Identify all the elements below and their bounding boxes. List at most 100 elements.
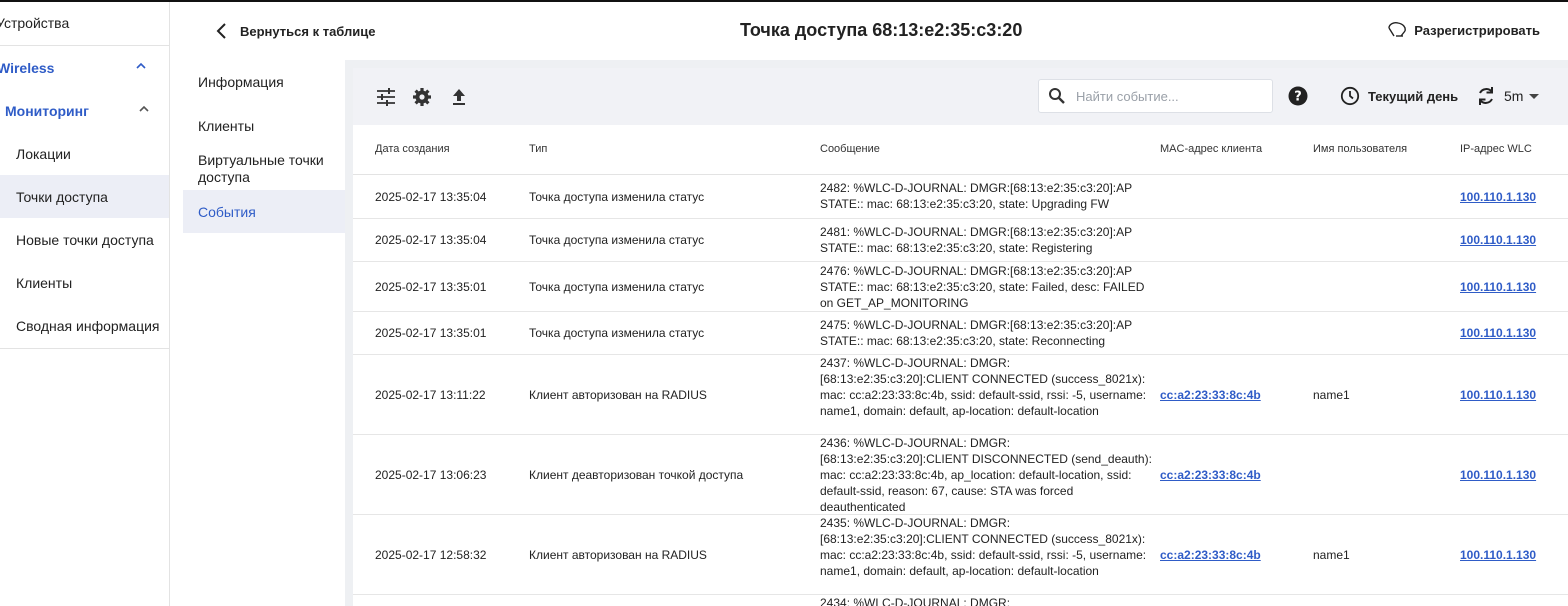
search-icon (1049, 88, 1065, 104)
refresh-interval-value: 5m (1504, 88, 1524, 104)
table-row[interactable]: 2025-02-17 13:35:01 Точка доступа измени… (353, 262, 1568, 312)
wlc-ip-link[interactable]: 100.110.1.130 (1460, 233, 1536, 247)
period-label: Текущий день (1368, 88, 1459, 104)
wlc-ip-link[interactable]: 100.110.1.130 (1460, 468, 1536, 482)
sidebar-item-wireless[interactable]: Wireless (0, 46, 166, 89)
cell-message: 2437: %WLC-D-JOURNAL: DMGR:[68:13:e2:35:… (820, 356, 1147, 418)
back-to-table-button[interactable]: Вернуться к таблице (216, 20, 375, 42)
sidebar-item-label: Новые точки доступа (16, 231, 154, 248)
table-row[interactable]: 2025-02-17 13:35:04 Точка доступа измени… (353, 219, 1568, 262)
sidebar-item-label: Локации (16, 145, 71, 162)
svg-text:?: ? (1294, 90, 1302, 105)
access-point-subnav: Информация Клиенты Виртуальные точки дос… (183, 60, 345, 606)
wlc-ip-link[interactable]: 100.110.1.130 (1460, 326, 1536, 340)
chevron-up-icon (136, 62, 146, 69)
table-row[interactable]: 2025-02-17 13:35:01 Точка доступа измени… (353, 312, 1568, 355)
back-label: Вернуться к таблице (240, 23, 376, 39)
unregister-button[interactable]: Разрегистрировать (1386, 21, 1540, 39)
sidebar-item-label: Точки доступа (16, 188, 108, 205)
help-icon: ? (1288, 86, 1308, 106)
column-header-username[interactable]: Имя пользователя (1313, 143, 1407, 155)
table-row[interactable]: 2025-02-17 13:11:22 Клиент авторизован н… (353, 355, 1568, 435)
divider (0, 348, 169, 349)
cell-username: name1 (1313, 547, 1350, 562)
events-panel: ? Текущий день 5m Дата создания Тип Сооб… (353, 68, 1568, 606)
table-row[interactable]: 2025-02-17 12:58:32 Клиент авторизован н… (353, 515, 1568, 595)
sidebar-item-label: Сводная информация (16, 317, 160, 334)
export-button[interactable] (448, 86, 470, 108)
table-row[interactable]: 2434: %WLC-D-JOURNAL: DMGR: (353, 595, 1568, 606)
column-header-wlc-ip[interactable]: IP-адрес WLC (1460, 143, 1532, 155)
column-header-client-mac[interactable]: MAC-адрес клиента (1160, 143, 1262, 155)
events-toolbar: ? Текущий день 5m (353, 68, 1568, 125)
client-mac-link[interactable]: cc:a2:23:33:8c:4b (1160, 388, 1261, 402)
clock-icon (1340, 86, 1360, 106)
refresh-interval-select[interactable]: 5m (1476, 85, 1540, 107)
tab-events[interactable]: События (183, 190, 345, 233)
sidebar-item-new-access-points[interactable]: Новые точки доступа (0, 218, 169, 261)
sidebar-item-label: Wireless (0, 59, 55, 76)
caret-down-icon (1529, 93, 1540, 99)
column-header-message[interactable]: Сообщение (820, 143, 880, 155)
filter-settings-button[interactable] (375, 86, 397, 108)
cell-type: Точка доступа изменила статус (529, 233, 705, 247)
cell-message: 2475: %WLC-D-JOURNAL: DMGR:[68:13:e2:35:… (820, 318, 1132, 348)
wlc-ip-link[interactable]: 100.110.1.130 (1460, 280, 1536, 294)
page-title: Точка доступа 68:13:e2:35:c3:20 (740, 20, 1023, 40)
tab-info[interactable]: Информация (183, 60, 345, 104)
cell-date: 2025-02-17 13:35:04 (375, 233, 487, 247)
tab-clients[interactable]: Клиенты (183, 104, 345, 148)
sidebar-item-label: Мониторинг (5, 102, 89, 119)
upload-icon (453, 89, 465, 105)
client-mac-link[interactable]: cc:a2:23:33:8c:4b (1160, 468, 1261, 482)
wlc-ip-link[interactable]: 100.110.1.130 (1460, 388, 1536, 402)
sidebar-item-access-points[interactable]: Точки доступа (0, 175, 169, 218)
wlc-ip-link[interactable]: 100.110.1.130 (1460, 548, 1536, 562)
cell-date: 2025-02-17 13:11:22 (375, 387, 486, 402)
cell-date: 2025-02-17 12:58:32 (375, 547, 487, 562)
sidebar-item-monitoring[interactable]: Мониторинг (0, 89, 169, 132)
cell-type: Точка доступа изменила статус (529, 189, 705, 204)
search-input[interactable] (1076, 88, 1256, 104)
tab-label: Информация (198, 74, 284, 90)
unregister-label: Разрегистрировать (1414, 22, 1540, 38)
table-row[interactable]: 2025-02-17 13:06:23 Клиент деавторизован… (353, 435, 1568, 515)
cell-message: 2482: %WLC-D-JOURNAL: DMGR:[68:13:e2:35:… (820, 181, 1132, 211)
sliders-icon (377, 88, 395, 106)
cell-message: 2476: %WLC-D-JOURNAL: DMGR:[68:13:e2:35:… (820, 264, 1145, 310)
sidebar-item-clients[interactable]: Клиенты (0, 261, 169, 304)
settings-button[interactable] (411, 86, 433, 108)
tab-label: События (198, 203, 256, 220)
cell-type: Клиент авторизован на RADIUS (529, 547, 707, 562)
chevron-left-icon (216, 23, 226, 39)
table-row[interactable]: 2025-02-17 13:35:04 Точка доступа измени… (353, 175, 1568, 219)
sidebar-item-devices[interactable]: Устройства (0, 2, 165, 44)
events-table-header: Дата создания Тип Сообщение MAC-адрес кл… (353, 125, 1568, 175)
cell-type: Точка доступа изменила статус (529, 326, 705, 340)
period-selector[interactable]: Текущий день (1340, 86, 1458, 106)
refresh-icon (1479, 87, 1493, 105)
cell-date: 2025-02-17 13:06:23 (375, 467, 487, 482)
help-button[interactable]: ? (1288, 86, 1308, 106)
cell-type: Клиент деавторизован точкой доступа (529, 467, 744, 482)
unregister-icon (1388, 22, 1407, 37)
gear-icon (413, 88, 431, 106)
cell-message: 2436: %WLC-D-JOURNAL: DMGR:[68:13:e2:35:… (820, 436, 1152, 514)
main-sidebar: Устройства Wireless Мониторинг Локации Т… (0, 2, 170, 606)
sidebar-item-label: Клиенты (16, 274, 73, 291)
sidebar-item-label: Устройства (0, 15, 70, 31)
cell-message: 2481: %WLC-D-JOURNAL: DMGR:[68:13:e2:35:… (820, 225, 1132, 255)
cell-type: Клиент авторизован на RADIUS (529, 387, 707, 402)
sidebar-item-locations[interactable]: Локации (0, 132, 169, 175)
column-header-type[interactable]: Тип (529, 143, 547, 155)
cell-message: 2434: %WLC-D-JOURNAL: DMGR: (820, 596, 1011, 606)
column-header-date[interactable]: Дата создания (375, 143, 450, 155)
wlc-ip-link[interactable]: 100.110.1.130 (1460, 190, 1536, 204)
sidebar-item-summary[interactable]: Сводная информация (0, 304, 169, 347)
page-header: Вернуться к таблице Точка доступа 68:13:… (170, 2, 1568, 60)
cell-username: name1 (1313, 387, 1350, 402)
cell-type: Точка доступа изменила статус (529, 279, 705, 294)
client-mac-link[interactable]: cc:a2:23:33:8c:4b (1160, 548, 1261, 562)
tab-virtual-access-points[interactable]: Виртуальные точки доступа (183, 148, 345, 190)
event-search (1038, 79, 1273, 113)
